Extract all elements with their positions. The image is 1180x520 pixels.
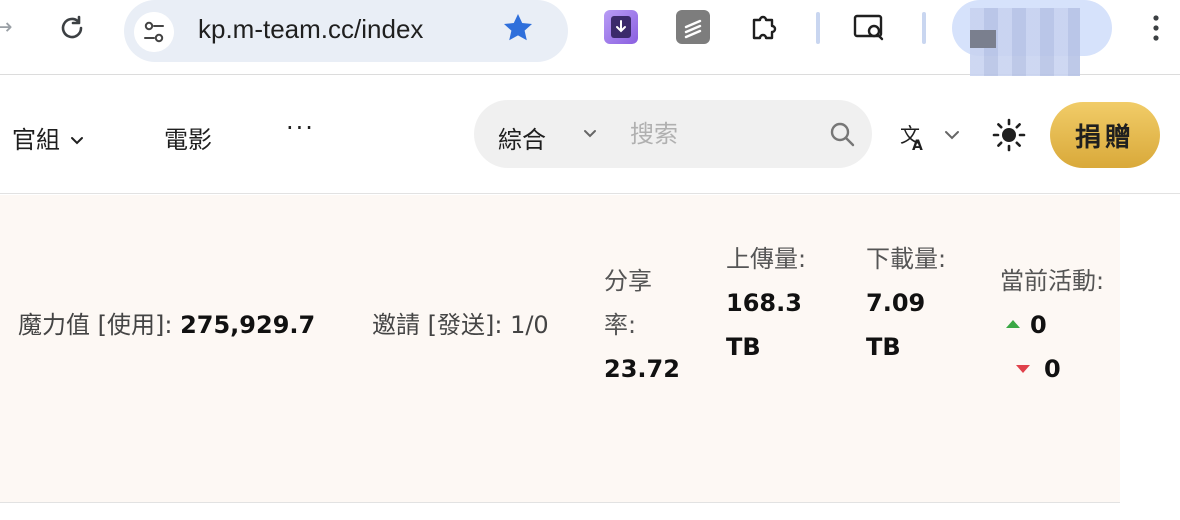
kebab-menu-icon[interactable] <box>1150 10 1162 46</box>
extension-download-icon[interactable] <box>604 10 638 44</box>
profile-avatar[interactable] <box>952 0 1112 78</box>
active-up-value: 0 <box>1030 311 1047 339</box>
download-value: 7.09 TB <box>866 289 926 361</box>
site-info-icon[interactable] <box>134 12 174 52</box>
user-stats-panel: 魔力值 [使用]: 275,929.7 邀請 [發送]: 1/0 分享率: 23… <box>0 195 1120 503</box>
bookmark-star-icon[interactable] <box>500 10 536 46</box>
sun-icon[interactable] <box>992 118 1026 152</box>
translate-icon[interactable]: 文 A <box>898 120 960 152</box>
nav-official[interactable]: 官組 <box>12 120 84 155</box>
active-stat: 當前活動: 0 0 <box>1000 259 1110 391</box>
search-tab-icon[interactable] <box>852 10 886 44</box>
search-icon[interactable] <box>828 120 856 148</box>
invite-label[interactable]: 邀請 [發送]: <box>372 311 510 339</box>
search-input[interactable] <box>630 114 810 154</box>
invite-value: 1/0 <box>510 311 549 339</box>
nav-official-label: 官組 <box>12 126 60 154</box>
extensions-puzzle-icon[interactable] <box>748 10 782 44</box>
nav-movies[interactable]: 電影 <box>164 120 212 155</box>
address-bar[interactable]: kp.m-team.cc/index <box>124 0 568 62</box>
donate-button[interactable]: 捐贈 <box>1050 102 1160 168</box>
search-category-select[interactable]: 綜合 <box>498 120 546 155</box>
download-stat: 下載量: 7.09 TB <box>866 237 956 369</box>
upload-label: 上傳量: <box>726 245 807 273</box>
toolbar-divider <box>816 12 820 44</box>
extension-s-icon[interactable] <box>676 10 710 44</box>
chevron-down-icon[interactable] <box>582 126 598 142</box>
ratio-label: 分享率: <box>604 267 652 339</box>
magic-points-stat: 魔力值 [使用]: 275,929.7 <box>18 303 315 347</box>
magic-points-label[interactable]: 魔力值 [使用]: <box>18 311 180 339</box>
svg-text:A: A <box>912 138 923 152</box>
upload-stat: 上傳量: 168.3 TB <box>726 237 816 369</box>
site-header: 官組 電影 ··· 綜合 文 A 捐贈 <box>0 76 1180 194</box>
leeching-arrow-down-icon <box>1016 365 1030 373</box>
nav-more[interactable]: ··· <box>286 114 315 142</box>
download-label: 下載量: <box>866 245 947 273</box>
reload-icon[interactable] <box>56 12 88 44</box>
chevron-down-icon <box>70 137 83 145</box>
magic-points-value: 275,929.7 <box>180 311 316 339</box>
url-text[interactable]: kp.m-team.cc/index <box>198 14 423 45</box>
ratio-value: 23.72 <box>604 355 680 383</box>
active-label: 當前活動: <box>1000 267 1105 295</box>
profile-blur <box>970 30 996 48</box>
ratio-stat: 分享率: 23.72 <box>604 259 684 391</box>
invite-stat: 邀請 [發送]: 1/0 <box>372 303 549 347</box>
seeding-arrow-up-icon <box>1006 320 1020 328</box>
browser-toolbar: → kp.m-team.cc/index <box>0 0 1180 78</box>
toolbar-divider <box>922 12 926 44</box>
forward-icon[interactable]: → <box>0 14 14 42</box>
upload-value: 168.3 TB <box>726 289 802 361</box>
active-down-value: 0 <box>1044 355 1061 383</box>
search-bar: 綜合 <box>474 100 872 168</box>
